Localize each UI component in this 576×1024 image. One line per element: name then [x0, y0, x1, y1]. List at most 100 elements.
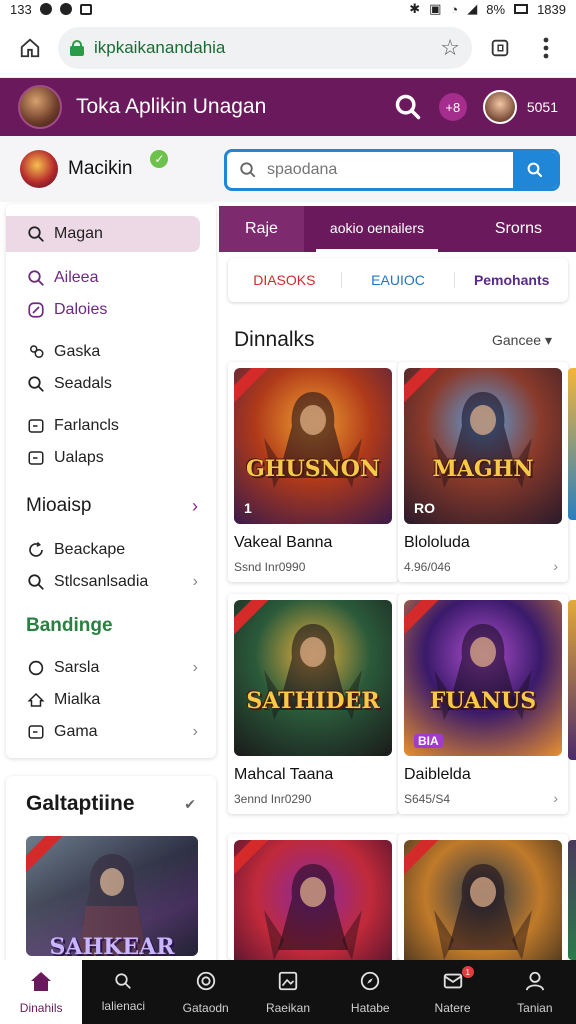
status-app-icon [79, 3, 92, 15]
sidebar-item-ualaps[interactable]: Ualaps [6, 442, 216, 474]
game-card-title[interactable]: Mahcal Taana [234, 766, 333, 784]
refresh-icon [26, 540, 46, 560]
search-input[interactable] [259, 161, 513, 179]
star-icon[interactable]: ☆ [440, 35, 460, 61]
avatar[interactable] [482, 90, 517, 124]
game-card-title[interactable]: Vakeal Banna [234, 534, 332, 552]
search-icon [237, 161, 259, 179]
filter-eauioc[interactable]: EAUIOC [340, 272, 455, 288]
search-icon [26, 268, 46, 288]
tabs-icon[interactable] [482, 30, 518, 66]
sidebar-item-beackape[interactable]: Beackape [6, 534, 216, 566]
game-card-meta: S645/S4 [404, 792, 451, 806]
sidebar-item-label: Magan [54, 225, 103, 242]
tab-aokio-oenailers[interactable]: aokio oenailers [315, 206, 439, 252]
sidebar-item-daloies[interactable]: Daloies [6, 294, 216, 326]
search-button[interactable] [513, 152, 557, 188]
sidebar-item-label: Seadals [54, 375, 112, 392]
sidebar-item-magan[interactable]: Magan [6, 216, 200, 252]
bottom-nav-item-gataodn[interactable]: Gataodn [165, 960, 247, 1024]
filter-pemohants[interactable]: Pemohants [454, 272, 568, 288]
notification-badge[interactable]: +8 [438, 93, 467, 121]
sidebar-item-label: Stlcsanlsadia [54, 573, 149, 590]
peek-card[interactable] [568, 368, 576, 520]
bottom-nav-label: lalienaci [101, 998, 146, 1013]
wifi-icon: ◔ [450, 1, 459, 17]
home-icon[interactable] [12, 30, 48, 66]
sidebar-heading-label: Bandinge [26, 615, 113, 636]
sidebar-item-gaska[interactable]: Gaska [6, 336, 216, 368]
nfc-icon: ▣ [429, 1, 442, 16]
featured-card-art-text: SAHKEAR [49, 934, 175, 956]
section-more-label: Gancee [492, 332, 542, 348]
game-card-rank: 1 [244, 500, 252, 516]
people-icon [26, 342, 46, 362]
chevron-right-icon: › [192, 495, 198, 516]
sidebar-item-seadals[interactable]: Seadals [6, 368, 216, 400]
sidebar-item-mialka[interactable]: Mialka [6, 684, 216, 716]
sidebar-item-farlancls[interactable]: Farlancls [6, 410, 216, 442]
game-card-art[interactable]: GHUSNON 1 [234, 368, 392, 524]
bottom-nav-item-raeikan[interactable]: Raeikan [247, 960, 329, 1024]
lock-icon [70, 39, 84, 56]
bottom-nav-label: Gataodn [182, 1000, 229, 1015]
address-bar[interactable]: ikpkaikanandahia ☆ [58, 26, 472, 69]
game-card[interactable]: ZEIONES [228, 834, 398, 960]
peek-card[interactable] [568, 600, 576, 760]
bottom-nav-item-dinahils[interactable]: Dinahils [0, 960, 83, 1024]
featured-card-art[interactable]: SAHKEAR [26, 836, 198, 956]
status-time-right: 1839 [537, 1, 566, 17]
more-menu-icon[interactable] [528, 30, 564, 66]
site-logo[interactable] [18, 85, 62, 129]
game-card-title[interactable]: Daiblelda [404, 766, 471, 784]
game-card-art[interactable] [404, 840, 562, 960]
sidebar-item-stlcsanlsadia[interactable]: Stlcsanlsadia › [6, 566, 216, 598]
search-icon [26, 572, 46, 592]
game-card-art[interactable]: MAGHN RO [404, 368, 562, 524]
search-icon[interactable] [391, 90, 425, 124]
sidebar-heading-bandinge: Bandinge [6, 608, 216, 644]
featured-card[interactable]: Galtaptiine ✔ SAHKEAR [6, 776, 216, 966]
tab-srorns[interactable]: Srorns [481, 206, 576, 252]
signal-icon: ◢ [467, 1, 478, 16]
sidebar-item-label: Ualaps [54, 449, 104, 466]
game-card[interactable]: MAGHN RO Blololuda 4.96/046 › [398, 362, 568, 582]
game-card-meta: 4.96/046 [404, 560, 451, 574]
sidebar-item-gama[interactable]: Gama › [6, 716, 216, 748]
chevron-right-icon[interactable]: › [553, 790, 558, 806]
section-more-link[interactable]: Gancee ▾ [492, 332, 552, 349]
game-card[interactable] [398, 834, 568, 960]
game-card[interactable]: GHUSNON 1 Vakeal Banna Ssnd Inr0990 [228, 362, 398, 582]
game-card-title[interactable]: Blololuda [404, 534, 470, 552]
game-card-art[interactable]: FUANUS BIA [404, 600, 562, 756]
bottom-nav-item-natere[interactable]: Natere 1 [411, 960, 493, 1024]
url-text[interactable]: ikpkaikanandahia [94, 38, 430, 58]
bottom-nav-item-lalienaci[interactable]: lalienaci [82, 960, 164, 1024]
chevron-down-icon[interactable]: ✔ [184, 796, 196, 813]
bottom-nav-item-tanian[interactable]: Tanian [494, 960, 576, 1024]
user-icon [524, 970, 546, 995]
game-card[interactable]: SATHIDER Mahcal Taana 3ennd Inr0290 [228, 594, 398, 814]
game-card-art-text: FUANUS [429, 688, 537, 714]
tab-raje[interactable]: Raje [219, 206, 304, 252]
sidebar-item-label: Daloies [54, 301, 108, 318]
sidebar-item-aileea[interactable]: Aileea [6, 262, 216, 294]
game-card-art-text: SATHIDER [246, 688, 380, 714]
game-card[interactable]: FUANUS BIA Daiblelda S645/S4 › [398, 594, 568, 814]
game-card-art[interactable]: ZEIONES [234, 840, 392, 960]
home-icon [26, 690, 46, 710]
filter-diasoks[interactable]: DIASOKS [228, 272, 341, 288]
peek-card[interactable] [568, 840, 576, 960]
box-icon [26, 722, 46, 742]
sidebar-heading-mioaisp[interactable]: Mioaisp › [6, 488, 216, 524]
chevron-right-icon[interactable]: › [553, 558, 558, 574]
status-time-left: 133 [10, 1, 32, 17]
user-label[interactable]: 5051 [527, 99, 558, 115]
sidebar-item-sarsla[interactable]: Sarsla › [6, 652, 216, 684]
brand-logo[interactable] [20, 150, 58, 188]
game-card-art[interactable]: SATHIDER [234, 600, 392, 756]
sidebar-item-label: Beackape [54, 541, 126, 558]
chevron-right-icon: › [192, 723, 198, 740]
bottom-nav-label: Natere [434, 1000, 471, 1015]
bottom-nav-item-hatabe[interactable]: Hatabe [329, 960, 411, 1024]
